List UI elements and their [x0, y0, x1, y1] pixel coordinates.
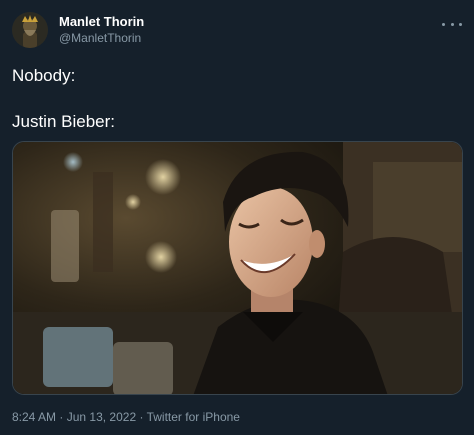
author-names: Manlet Thorin @ManletThorin [59, 14, 144, 46]
dot [442, 22, 445, 26]
avatar-image [12, 12, 48, 48]
tweet-card: Manlet Thorin @ManletThorin Nobody: Just… [0, 0, 474, 435]
author-handle[interactable]: @ManletThorin [59, 30, 144, 46]
dot [450, 22, 454, 26]
tweet-time[interactable]: 8:24 AM [12, 410, 56, 424]
author-display-name[interactable]: Manlet Thorin [59, 14, 144, 30]
dot [459, 22, 462, 26]
tweet-text-line-1: Nobody: [12, 66, 76, 85]
tweet-header: Manlet Thorin @ManletThorin [12, 12, 462, 52]
more-horizontal-icon[interactable] [442, 18, 462, 30]
tweet-text-line-2: Justin Bieber: [12, 112, 115, 131]
tweet-meta: 8:24 AM · Jun 13, 2022 · Twitter for iPh… [12, 409, 240, 425]
tweet-source[interactable]: Twitter for iPhone [147, 410, 240, 424]
meta-separator: · [59, 410, 64, 424]
media-photo [13, 142, 462, 394]
meta-separator: · [139, 410, 144, 424]
tweet-media-image[interactable] [12, 141, 463, 395]
tweet-date[interactable]: Jun 13, 2022 [67, 410, 136, 424]
avatar[interactable] [12, 12, 48, 48]
